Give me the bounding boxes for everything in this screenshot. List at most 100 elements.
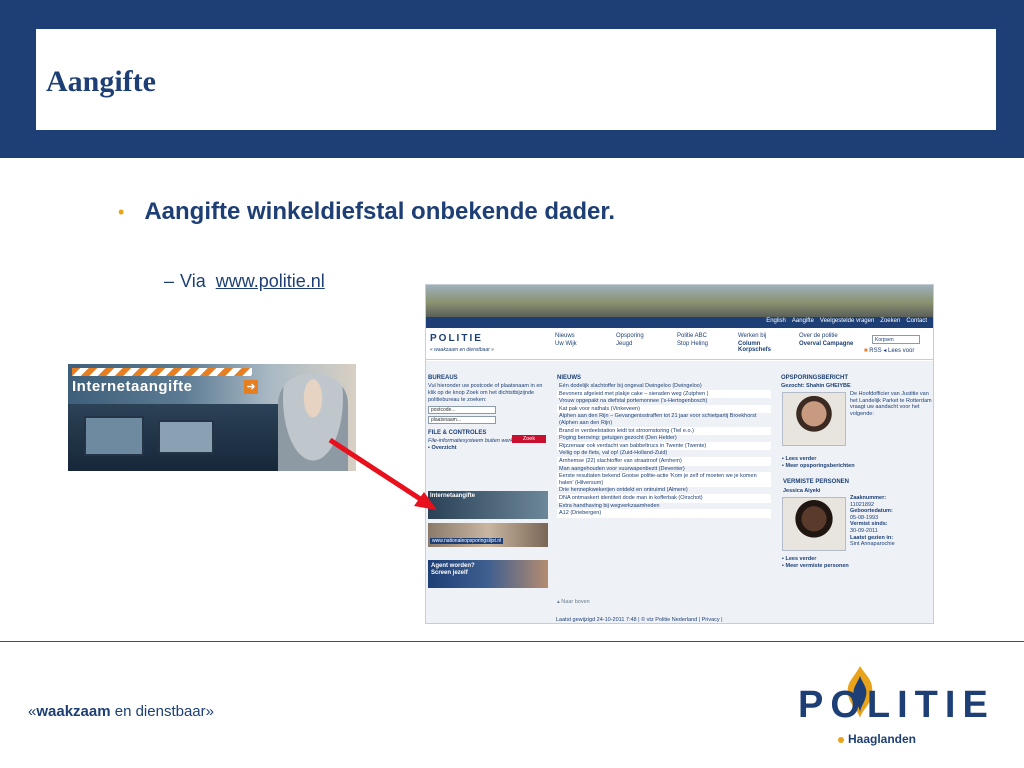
menu-over-de-politie[interactable]: Over de politie <box>799 333 859 339</box>
vermiste-detail: Sint Annaparochie <box>850 541 895 548</box>
news-item[interactable]: Poging beroving: getuigen gezocht (Den H… <box>557 435 771 443</box>
speaker-icon: ◂ <box>883 348 887 354</box>
bureaus-heading: BUREAUS <box>428 375 458 381</box>
mini-banner-internetaangifte[interactable]: Internetaangifte <box>428 491 548 519</box>
mini-banner-1-label: Internetaangifte <box>430 493 476 499</box>
nav-contact[interactable]: Contact <box>906 318 927 324</box>
menu-uw-wijk[interactable]: Uw Wijk <box>555 341 577 347</box>
mini-banner-3-label: Agent worden? Screen jezelf <box>431 563 475 576</box>
title-box: Aangifte <box>36 29 996 130</box>
news-item[interactable]: Vrouw opgepakt na diefstal portemonnee (… <box>557 398 771 406</box>
site-news-column: NIEUWS Eén dodelijk slachtoffer bij onge… <box>557 375 771 518</box>
menu-column-korpschefs[interactable]: Column Korpschefs <box>738 341 786 353</box>
internetaangifte-banner[interactable]: Internetaangifte ➜ <box>68 364 356 471</box>
vermiste-detail: Zaaknummer: <box>850 495 887 501</box>
nav-english[interactable]: English <box>766 318 786 324</box>
lees-verder-link-2[interactable]: ▪ Lees verder <box>782 556 816 563</box>
nav-aangifte[interactable]: Aangifte <box>792 318 814 324</box>
logo-region: Haaglanden <box>838 732 916 746</box>
opsporing-name: Gezocht: Shahin GHEIYBE <box>781 383 851 389</box>
footer-divider <box>0 641 1024 642</box>
menu-nieuws[interactable]: Nieuws <box>555 333 577 339</box>
news-item[interactable]: Extra handhaving bij wegverkzaamheden <box>557 503 771 511</box>
plaatsnaam-input[interactable]: plaatsnaam... <box>428 416 496 424</box>
news-item[interactable]: Man aangehouden voor vuurwapenbezit (Dev… <box>557 466 771 474</box>
banner-stripe <box>72 368 252 376</box>
overzicht-label: Overzicht <box>431 445 457 451</box>
bullet-text: Aangifte winkeldiefstal onbekende dader. <box>144 198 616 225</box>
bureaus-text: Vul hieronder uw postcode of plaatsnaam … <box>428 383 543 403</box>
politie-logo: POLITIE Haaglanden <box>798 664 988 754</box>
news-item[interactable]: Eén dodelijk slachtoffer bij ongeval Dwi… <box>557 383 771 391</box>
lees-voor-link[interactable]: Lees voor <box>888 348 914 354</box>
news-heading: NIEUWS <box>557 375 581 381</box>
link-arrow-icon: ▪ <box>782 456 784 462</box>
region-dot-icon <box>838 736 844 743</box>
meer-vermiste-label: Meer vermiste personen <box>785 563 849 569</box>
suspect-photo[interactable] <box>782 392 846 446</box>
vermiste-detail: Vermist sinds: <box>850 521 888 528</box>
rss-icon: ■ <box>864 348 868 354</box>
news-item[interactable]: Brand in verdeelstation leidt tot stroom… <box>557 427 771 436</box>
zoek-button[interactable]: Zoek <box>512 435 546 443</box>
meer-opsporing-label: Meer opsporingsberichten <box>785 463 855 469</box>
mini-banner-agent-worden[interactable]: Agent worden? Screen jezelf <box>428 560 548 588</box>
news-item[interactable]: Kat pak voor nathals (Vinkeveen) <box>557 405 771 414</box>
news-list: Eén dodelijk slachtoffer bij ongeval Dwi… <box>557 383 771 518</box>
news-item[interactable]: Rijzzenaar ook verdacht van babbeltrucs … <box>557 442 771 451</box>
menu-col-5: Over de politie Overval Campagne <box>799 333 859 347</box>
rss-link[interactable]: RSS <box>869 348 881 354</box>
site-logo[interactable]: POLITIE <box>430 333 483 344</box>
naar-boven-link[interactable]: ▴ Naar boven <box>557 599 590 605</box>
menu-col-4: Werken bij Column Korpschefs <box>738 333 786 353</box>
site-search-select[interactable]: Korpsen <box>872 335 920 344</box>
lees-verder-link-1[interactable]: ▪ Lees verder <box>782 456 816 463</box>
politie-website-screenshot: English Aangifte Veelgestelde vragen Zoe… <box>425 284 934 624</box>
news-item[interactable]: Arnhemse (22) slachtoffer van straatroof… <box>557 457 771 466</box>
opsporing-text: De Hoofdofficier van Justitie van het La… <box>850 391 932 417</box>
slide-title: Aangifte <box>46 65 156 98</box>
arrow-right-icon: ➜ <box>244 380 258 394</box>
slogan-close-quote: » <box>205 703 214 720</box>
politie-link[interactable]: www.politie.nl <box>216 271 325 292</box>
vermiste-detail: 30-09-2011 <box>850 527 878 534</box>
menu-stop-heling[interactable]: Stop Heling <box>677 341 708 347</box>
link-arrow-icon: ▪ <box>428 445 430 451</box>
menu-politie-abc[interactable]: Politie ABC <box>677 333 708 339</box>
sub-bullet: – Via www.politie.nl <box>164 271 325 292</box>
monitor-1 <box>84 416 144 456</box>
news-item[interactable]: Veilig op de fiets, val op! (Zuid-Hollan… <box>557 450 771 458</box>
news-item[interactable]: Alphen aan den Rijn – Gevangenisstraffen… <box>557 413 771 428</box>
menu-overval-campagne[interactable]: Overval Campagne <box>799 341 859 347</box>
mini-banner-opsporingslijst[interactable]: www.nationaleopsporingslijst.nl <box>428 523 548 547</box>
footer-slogan: «waakzaam en dienstbaar» <box>28 703 214 720</box>
file-overzicht-link[interactable]: ▪ Overzicht <box>428 445 550 452</box>
meer-opsporing-link[interactable]: ▪ Meer opsporingsberichten <box>782 463 855 470</box>
vermiste-detail: Laatst gezien in: <box>850 534 894 541</box>
slogan-rest: en dienstbaar <box>110 703 206 720</box>
lees-verder-label-1: Lees verder <box>785 456 817 462</box>
banner-label: Internetaangifte <box>72 378 193 395</box>
site-left-column: BUREAUS Vul hieronder uw postcode of pla… <box>428 375 550 452</box>
news-item[interactable]: A12 (Driebergen) <box>557 510 771 518</box>
menu-opsporing[interactable]: Opsporing <box>616 333 644 339</box>
menu-werken-bij[interactable]: Werken bij <box>738 333 786 339</box>
meer-vermiste-link[interactable]: ▪ Meer vermiste personen <box>782 563 849 570</box>
vermiste-heading: VERMISTE PERSONEN <box>783 479 850 485</box>
slogan-bold: waakzaam <box>36 703 111 720</box>
menu-col-2: Opsporing Jeugd <box>616 333 644 347</box>
news-item[interactable]: DNA ontmaskert identiteit dode man in ko… <box>557 494 771 503</box>
nav-faq[interactable]: Veelgestelde vragen <box>820 318 874 324</box>
postcode-input[interactable]: postcode... <box>428 406 496 414</box>
vermiste-detail: 05-08-1993 <box>850 514 879 521</box>
vermiste-detail: 11021892 <box>850 501 875 508</box>
news-item[interactable]: Drie hennepkwekerijen ontdekt en ontruim… <box>557 487 771 495</box>
link-arrow-icon: ▪ <box>782 463 784 469</box>
news-item[interactable]: Bevoners afgeleid met plakje cake – sier… <box>557 390 771 399</box>
missing-person-photo[interactable] <box>782 497 846 551</box>
site-rss-links: ■ RSS ◂ Lees voor <box>864 347 914 354</box>
menu-jeugd[interactable]: Jeugd <box>616 341 644 347</box>
news-item[interactable]: Eerste resultaten bekend Gooise politie-… <box>557 473 771 488</box>
nav-zoeken[interactable]: Zoeken <box>880 318 900 324</box>
site-nav-links: English Aangifte Veelgestelde vragen Zoe… <box>766 318 927 324</box>
